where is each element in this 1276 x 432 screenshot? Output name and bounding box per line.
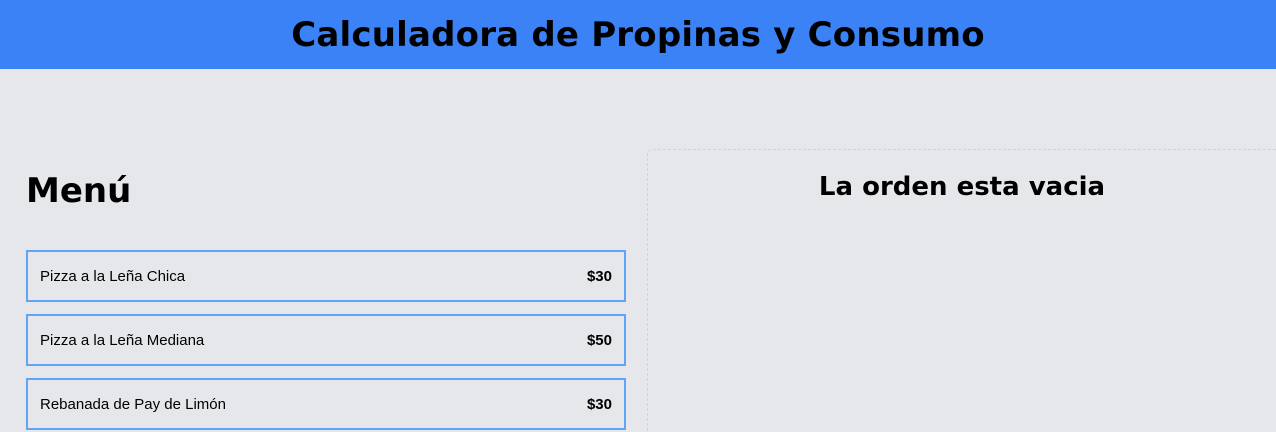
page-title: Calculadora de Propinas y Consumo <box>291 14 985 55</box>
menu-item-name: Rebanada de Pay de Limón <box>40 395 226 413</box>
menu-title: Menú <box>26 171 132 211</box>
menu-item-price: $30 <box>586 267 612 285</box>
menu-list: Pizza a la Leña Chica $30 Pizza a la Leñ… <box>26 250 626 430</box>
menu-item-price: $30 <box>586 395 612 413</box>
menu-item-pay-limon[interactable]: Rebanada de Pay de Limón $30 <box>26 378 626 430</box>
main-content: Menú Pizza a la Leña Chica $30 Pizza a l… <box>0 69 1276 432</box>
menu-item-price: $50 <box>586 331 612 349</box>
menu-item-pizza-chica[interactable]: Pizza a la Leña Chica $30 <box>26 250 626 302</box>
order-panel: La orden esta vacia <box>647 149 1276 432</box>
menu-section: Menú Pizza a la Leña Chica $30 Pizza a l… <box>26 169 626 432</box>
menu-item-name: Pizza a la Leña Mediana <box>40 331 205 349</box>
app-header: Calculadora de Propinas y Consumo <box>0 0 1276 69</box>
menu-item-pizza-mediana[interactable]: Pizza a la Leña Mediana $50 <box>26 314 626 366</box>
order-empty-message: La orden esta vacia <box>818 172 1106 202</box>
menu-item-name: Pizza a la Leña Chica <box>40 267 186 285</box>
